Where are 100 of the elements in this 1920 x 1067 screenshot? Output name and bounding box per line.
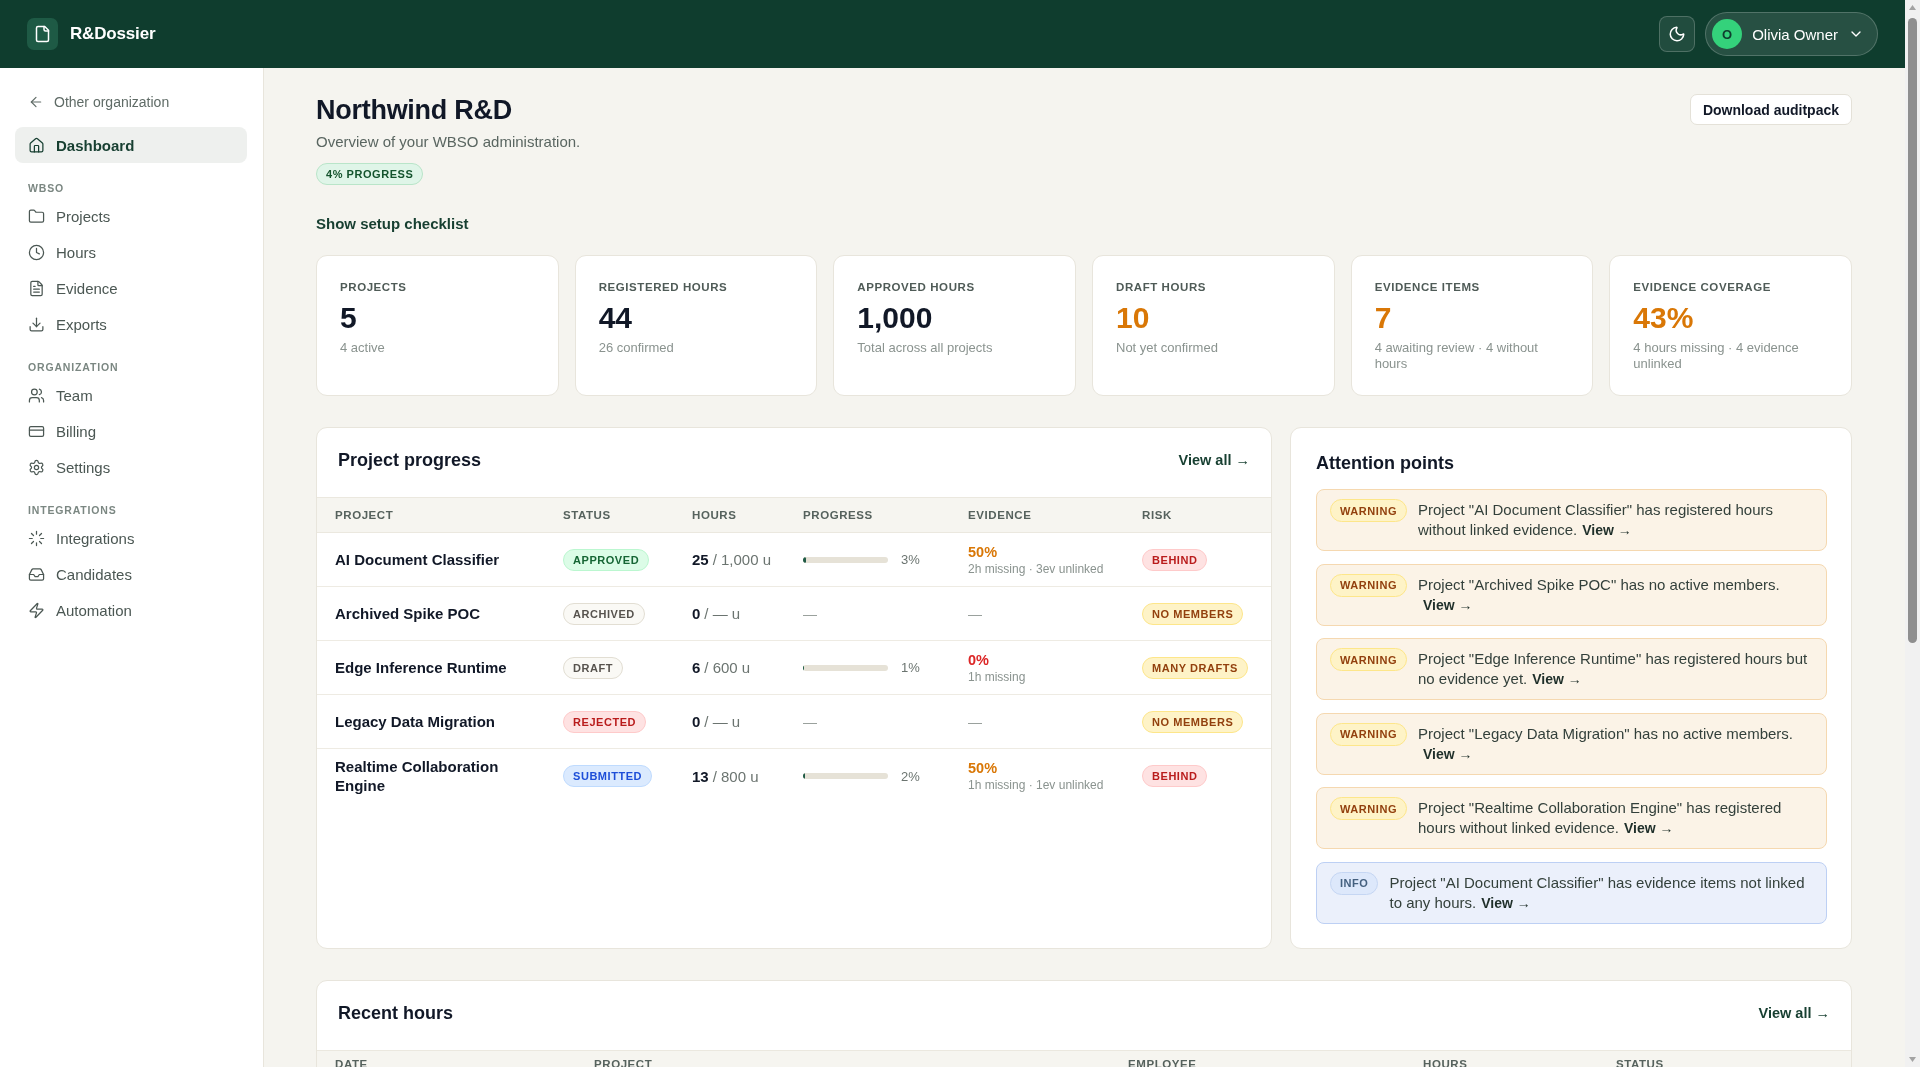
severity-badge: WARNING — [1330, 499, 1407, 522]
progress-percent: 2% — [901, 768, 920, 784]
risk-badge: BEHIND — [1142, 765, 1208, 787]
stat-note: 4 awaiting review · 4 without hours — [1374, 340, 1539, 372]
severity-badge: WARNING — [1330, 648, 1407, 671]
risk-badge: NO MEMBERS — [1142, 602, 1244, 625]
stat-label: EVIDENCE COVERAGE — [1633, 280, 1771, 295]
column-header: PROJECT — [335, 508, 394, 522]
nav-item[interactable]: Team — [15, 377, 247, 413]
status-badge: SUBMITTED — [563, 765, 653, 787]
evidence-detail: 1h missing · 1ev unlinked — [968, 778, 1104, 793]
status-badge: REJECTED — [563, 710, 647, 733]
stat-label: REGISTERED HOURS — [598, 280, 728, 295]
nav-item[interactable]: Projects — [15, 198, 247, 234]
users-icon — [28, 386, 45, 404]
empty-value: — — [968, 713, 982, 730]
nav-item[interactable]: Dashboard — [15, 127, 247, 163]
column-header: RISK — [1142, 508, 1172, 522]
view-link[interactable]: View → — [1582, 520, 1632, 540]
hours-logged: 25 — [692, 551, 709, 568]
stat-note: 4 hours missing · 4 evidence unlinked — [1633, 340, 1800, 372]
view-link[interactable]: View → — [1423, 743, 1473, 764]
severity-badge: WARNING — [1330, 722, 1407, 746]
stat-label: PROJECTS — [340, 280, 407, 295]
view-all-link[interactable]: View all → — [1758, 1004, 1830, 1021]
nav-section-label: INTEGRATIONS — [28, 503, 117, 517]
empty-value: — — [803, 605, 817, 622]
evidence-percent: 50% — [968, 759, 998, 777]
project-name: Archived Spike POC — [335, 604, 481, 623]
progress-percent: 3% — [901, 552, 920, 567]
clock-icon — [28, 243, 45, 261]
logo-icon — [27, 18, 58, 50]
view-link[interactable]: View → — [1624, 818, 1674, 838]
panel-title: Attention points — [1316, 452, 1455, 475]
evidence-detail: 1h missing — [968, 669, 1026, 685]
user-avatar: O — [1712, 19, 1743, 49]
stat-label: APPROVED HOURS — [857, 280, 975, 295]
brand-name: R&Dossier — [70, 24, 156, 44]
download-button[interactable]: Download auditpack — [1689, 94, 1852, 125]
nav-item[interactable]: Settings — [15, 449, 247, 485]
setup-checklist-link[interactable]: Show setup checklist — [316, 214, 469, 234]
status-badge: DRAFT — [563, 656, 624, 679]
stat-label: EVIDENCE ITEMS — [1374, 280, 1480, 295]
nav-item[interactable]: Exports — [15, 306, 247, 342]
stat-value: 1,000 — [857, 300, 933, 336]
moon-icon — [1668, 25, 1687, 43]
back-link[interactable]: Other organization — [28, 90, 170, 114]
nav-item[interactable]: Integrations — [15, 520, 247, 556]
nav-item[interactable]: Candidates — [15, 556, 247, 592]
column-header: PROGRESS — [803, 508, 873, 522]
nav-section-label: WBSO — [28, 181, 65, 195]
project-name: Edge Inference Runtime — [335, 658, 507, 677]
column-header: EMPLOYEE — [1128, 1056, 1197, 1067]
severity-badge: WARNING — [1330, 573, 1407, 597]
view-link[interactable]: View → — [1532, 669, 1582, 689]
theme-toggle-button[interactable] — [1659, 16, 1696, 52]
progress-badge: 4% PROGRESS — [316, 163, 424, 185]
evidence-detail: 2h missing · 3ev unlinked — [968, 561, 1104, 577]
stat-note: 26 confirmed — [598, 340, 674, 356]
status-badge: ARCHIVED — [563, 602, 645, 625]
page-subtitle: Overview of your WBSO administration. — [316, 132, 581, 152]
stat-value: 43% — [1633, 300, 1694, 336]
download-icon — [28, 315, 45, 333]
panel-title: Recent hours — [338, 1001, 454, 1025]
column-header: EVIDENCE — [968, 508, 1032, 522]
empty-value: — — [968, 605, 982, 622]
inbox-icon — [28, 565, 45, 583]
home-icon — [28, 136, 45, 154]
attention-message: Project "Legacy Data Migration" has no active members. View → — [1418, 723, 1794, 764]
attention-message: Project "AI Document Classifier" has registered hours without linked evidence. View → — [1418, 500, 1774, 540]
hours-logged: 6 — [692, 659, 701, 676]
spokes-icon — [28, 529, 45, 547]
document-icon — [28, 279, 45, 297]
nav-item[interactable]: Automation — [15, 592, 247, 628]
attention-message: Project "Archived Spike POC" has no active members. View → — [1418, 574, 1781, 615]
attention-message: Project "AI Document Classifier" has evidence items not linked to any hours. View → — [1389, 872, 1806, 913]
folder-icon — [28, 207, 45, 225]
view-all-link[interactable]: View all → — [1178, 452, 1250, 468]
stat-note: Total across all projects — [857, 340, 993, 356]
nav-item[interactable]: Evidence — [15, 270, 247, 306]
hours-budget: / — u — [704, 605, 741, 622]
column-header: PROJECT — [594, 1056, 653, 1067]
view-link[interactable]: View → — [1481, 892, 1531, 913]
status-badge: APPROVED — [563, 548, 650, 571]
empty-value: — — [803, 713, 817, 730]
user-menu-button[interactable]: O Olivia Owner — [1705, 12, 1878, 56]
view-link[interactable]: View → — [1423, 594, 1473, 615]
hours-logged: 0 — [692, 605, 701, 622]
stat-note: 4 active — [340, 340, 385, 356]
nav-item[interactable]: Hours — [15, 234, 247, 270]
hours-budget: / 600 u — [704, 659, 751, 676]
project-name: Legacy Data Migration — [335, 712, 496, 731]
lightning-icon — [28, 601, 45, 619]
nav-section-label: ORGANIZATION — [28, 360, 119, 374]
attention-message: Project "Realtime Collaboration Engine" has registered hours without linked evidence. View → — [1418, 798, 1783, 838]
risk-badge: NO MEMBERS — [1142, 710, 1244, 733]
stat-value: 5 — [340, 300, 357, 336]
nav-item[interactable]: Billing — [15, 413, 247, 449]
hours-budget: / — u — [704, 713, 741, 730]
project-name: AI Document Classifier — [335, 550, 500, 569]
